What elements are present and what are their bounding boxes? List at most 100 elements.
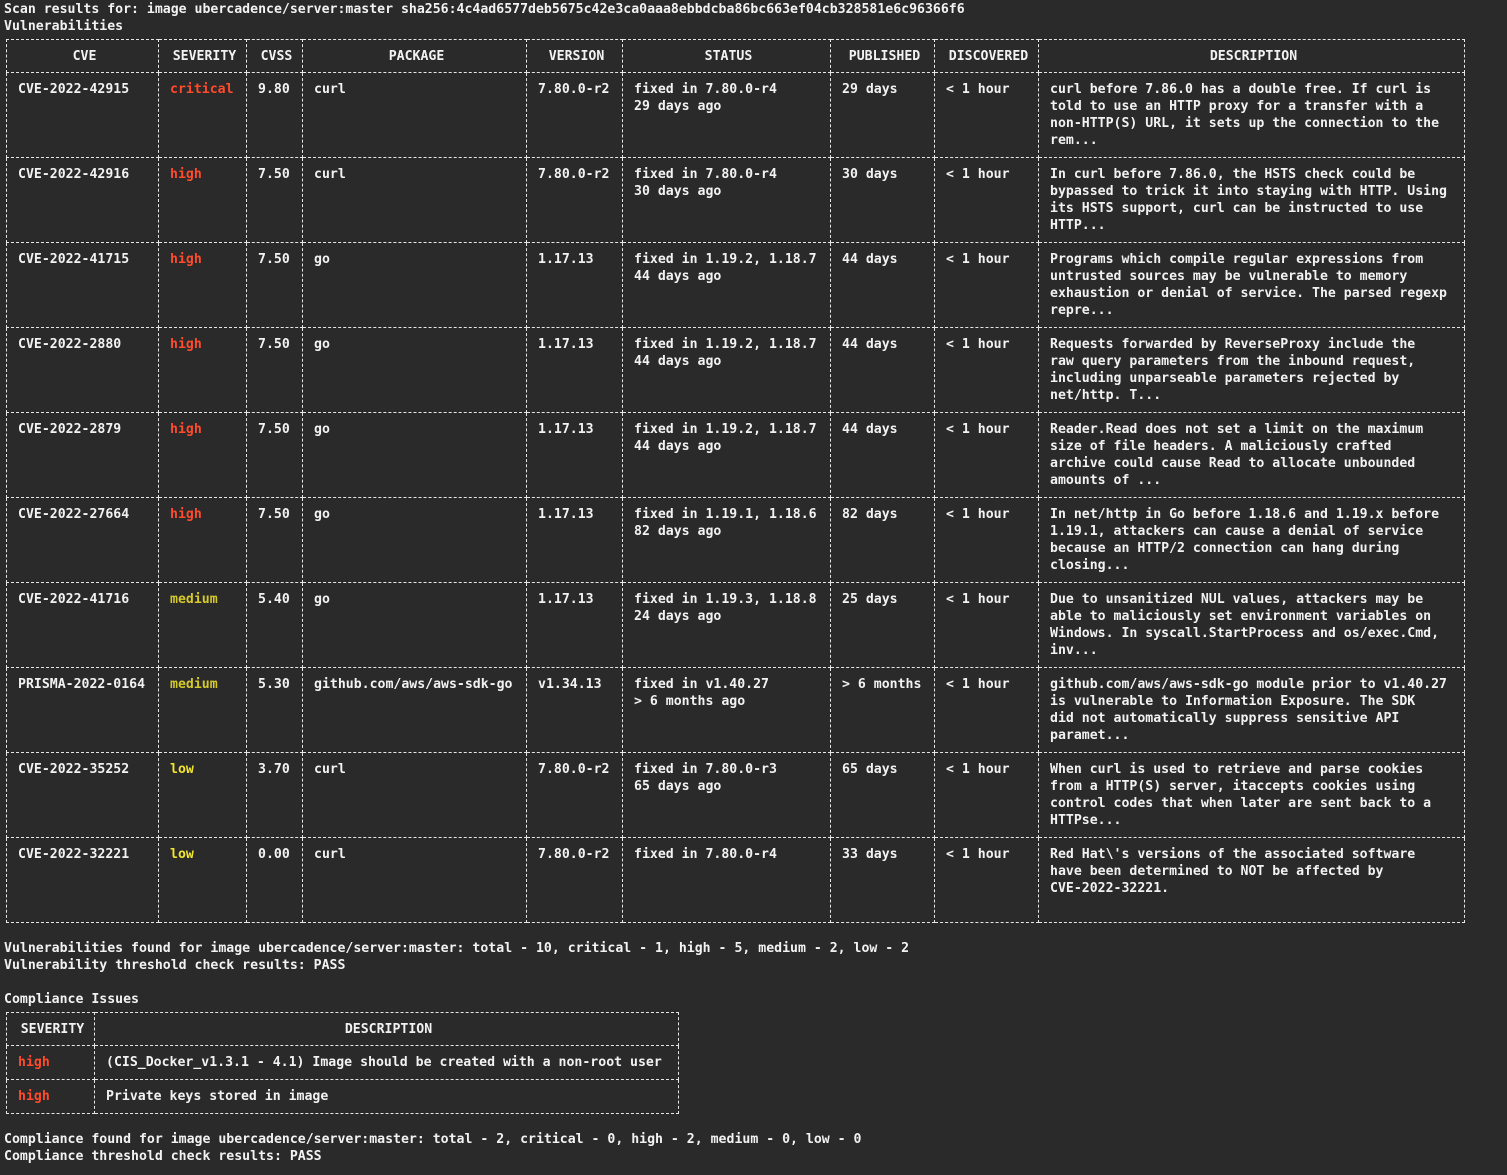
header-status: STATUS <box>622 39 831 73</box>
cell-status: fixed in 1.19.2, 1.18.7 44 days ago <box>622 412 831 498</box>
header-published: PUBLISHED <box>830 39 935 73</box>
cell-severity: medium <box>158 582 247 668</box>
compliance-header-row: SEVERITY DESCRIPTION <box>6 1012 679 1046</box>
cell-package: go <box>302 497 527 583</box>
compliance-table: SEVERITY DESCRIPTION high (CIS_Docker_v1.… <box>6 1012 679 1114</box>
cell-version: 7.80.0-r2 <box>526 752 623 838</box>
compliance-cell-severity: high <box>6 1079 95 1114</box>
vulnerability-row: CVE-2022-2880 high 7.50 go 1.17.13 fixed in 1… <box>6 327 1465 413</box>
cell-package: curl <box>302 837 527 923</box>
cell-discovered: < 1 hour <box>934 72 1039 158</box>
vulnerability-row: CVE-2022-27664 high 7.50 go 1.17.13 fixed in … <box>6 497 1465 583</box>
vulnerability-row: CVE-2022-42916 high 7.50 curl 7.80.0-r2 fixed… <box>6 157 1465 243</box>
cell-package: go <box>302 412 527 498</box>
cell-cvss: 7.50 <box>246 157 303 243</box>
compliance-cell-description: (CIS_Docker_v1.3.1 - 4.1) Image should b… <box>94 1045 679 1080</box>
cell-published: 30 days <box>830 157 935 243</box>
header-severity: SEVERITY <box>158 39 247 73</box>
cell-status: fixed in v1.40.27 > 6 months ago <box>622 667 831 753</box>
cell-published: 25 days <box>830 582 935 668</box>
cell-package: curl <box>302 157 527 243</box>
cell-status: fixed in 7.80.0-r4 30 days ago <box>622 157 831 243</box>
cell-version: 7.80.0-r2 <box>526 157 623 243</box>
compliance-row: high Private keys stored in image <box>6 1079 679 1114</box>
cell-status: fixed in 1.19.2, 1.18.7 44 days ago <box>622 242 831 328</box>
cell-status: fixed in 7.80.0-r4 <box>622 837 831 923</box>
cell-description: Reader.Read does not set a limit on the … <box>1038 412 1465 498</box>
cell-version: 1.17.13 <box>526 497 623 583</box>
cell-published: 65 days <box>830 752 935 838</box>
cell-severity: high <box>158 327 247 413</box>
terminal-output: Scan results for: image ubercadence/serv… <box>4 1 1465 1165</box>
cell-version: 1.17.13 <box>526 412 623 498</box>
compliance-cell-description: Private keys stored in image <box>94 1079 679 1114</box>
header-package: PACKAGE <box>302 39 527 73</box>
header-cvss: CVSS <box>246 39 303 73</box>
cell-severity: high <box>158 412 247 498</box>
header-description: DESCRIPTION <box>1038 39 1465 73</box>
cell-description: Requests forwarded by ReverseProxy inclu… <box>1038 327 1465 413</box>
cell-cvss: 7.50 <box>246 412 303 498</box>
cell-discovered: < 1 hour <box>934 242 1039 328</box>
cell-cvss: 7.50 <box>246 497 303 583</box>
vulnerabilities-heading: Vulnerabilities <box>4 19 124 34</box>
cell-status: fixed in 1.19.2, 1.18.7 44 days ago <box>622 327 831 413</box>
vulnerabilities-summary-line: Vulnerabilities found for image ubercade… <box>4 941 910 956</box>
cell-cvss: 7.50 <box>246 242 303 328</box>
cell-description: Red Hat\'s versions of the associated so… <box>1038 837 1465 923</box>
cell-version: 1.17.13 <box>526 582 623 668</box>
cell-discovered: < 1 hour <box>934 837 1039 923</box>
cell-published: 44 days <box>830 412 935 498</box>
cell-cve: PRISMA-2022-0164 <box>6 667 159 753</box>
cell-cvss: 5.40 <box>246 582 303 668</box>
cell-cvss: 0.00 <box>246 837 303 923</box>
cell-package: go <box>302 242 527 328</box>
vulnerability-row: CVE-2022-42915 critical 9.80 curl 7.80.0-r2 f… <box>6 72 1465 158</box>
cell-package: curl <box>302 752 527 838</box>
compliance-threshold-line: Compliance threshold check results: PASS <box>4 1149 322 1164</box>
cell-published: 44 days <box>830 242 935 328</box>
cell-cve: CVE-2022-27664 <box>6 497 159 583</box>
header-version: VERSION <box>526 39 623 73</box>
cell-cvss: 9.80 <box>246 72 303 158</box>
scan-title-line: Scan results for: image ubercadence/serv… <box>4 2 965 17</box>
vulnerability-row: CVE-2022-41715 high 7.50 go 1.17.13 fixed in … <box>6 242 1465 328</box>
cell-version: 7.80.0-r2 <box>526 72 623 158</box>
cell-status: fixed in 1.19.3, 1.18.8 24 days ago <box>622 582 831 668</box>
cell-version: 1.17.13 <box>526 327 623 413</box>
vulnerability-row: CVE-2022-41716 medium 5.40 go 1.17.13 fixed i… <box>6 582 1465 668</box>
cell-discovered: < 1 hour <box>934 667 1039 753</box>
cell-published: 44 days <box>830 327 935 413</box>
vulnerability-row: PRISMA-2022-0164 medium 5.30 github.com/aws… <box>6 667 1465 753</box>
cell-cve: CVE-2022-2880 <box>6 327 159 413</box>
cell-severity: low <box>158 837 247 923</box>
cell-discovered: < 1 hour <box>934 157 1039 243</box>
compliance-cell-severity: high <box>6 1045 95 1080</box>
cell-version: 1.17.13 <box>526 242 623 328</box>
cell-package: go <box>302 582 527 668</box>
vulnerability-row: CVE-2022-2879 high 7.50 go 1.17.13 fixed in 1… <box>6 412 1465 498</box>
cell-severity: high <box>158 242 247 328</box>
cell-published: 33 days <box>830 837 935 923</box>
cell-cve: CVE-2022-41716 <box>6 582 159 668</box>
cell-cve: CVE-2022-42916 <box>6 157 159 243</box>
cell-severity: high <box>158 497 247 583</box>
compliance-summary-line: Compliance found for image ubercadence/s… <box>4 1132 862 1147</box>
compliance-row: high (CIS_Docker_v1.3.1 - 4.1) Image shou… <box>6 1045 679 1080</box>
cell-description: Programs which compile regular expressio… <box>1038 242 1465 328</box>
cell-description: When curl is used to retrieve and parse … <box>1038 752 1465 838</box>
vulnerabilities-header-row: CVE SEVERITY CVSS PACKAGE VERSION STATUS… <box>6 39 1465 73</box>
vulnerability-row: CVE-2022-32221 low 0.00 curl 7.80.0-r2 fixed … <box>6 837 1465 923</box>
cell-description: In curl before 7.86.0, the HSTS check co… <box>1038 157 1465 243</box>
cell-package: curl <box>302 72 527 158</box>
cell-cvss: 7.50 <box>246 327 303 413</box>
cell-published: 82 days <box>830 497 935 583</box>
cell-description: curl before 7.86.0 has a double free. If… <box>1038 72 1465 158</box>
cell-status: fixed in 7.80.0-r3 65 days ago <box>622 752 831 838</box>
cell-package: go <box>302 327 527 413</box>
vulnerability-threshold-line: Vulnerability threshold check results: P… <box>4 958 346 973</box>
cell-version: v1.34.13 <box>526 667 623 753</box>
header-discovered: DISCOVERED <box>934 39 1039 73</box>
cell-published: 29 days <box>830 72 935 158</box>
cell-discovered: < 1 hour <box>934 582 1039 668</box>
